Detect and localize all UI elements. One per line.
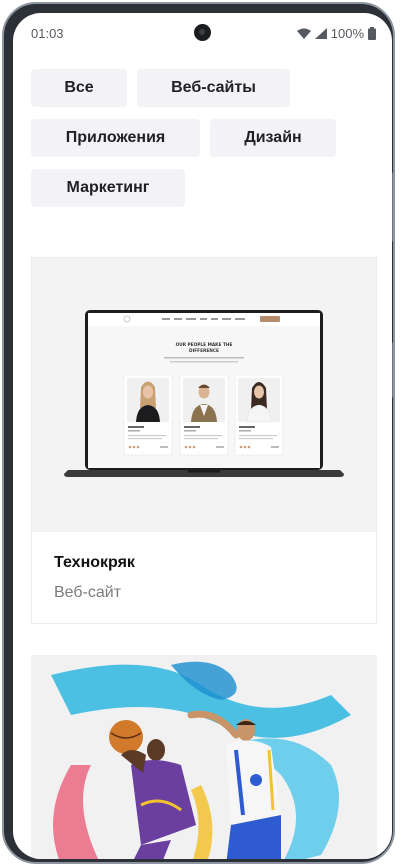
filter-marketing-chip[interactable]: Маркетинг [31, 169, 185, 207]
filter-design-chip[interactable]: Дизайн [210, 119, 336, 157]
filter-apps-chip[interactable]: Приложения [31, 119, 200, 157]
filter-websites-chip[interactable]: Веб-сайты [137, 69, 290, 107]
signal-icon [314, 27, 327, 39]
laptop-mockup: OUR PEOPLE MAKE THE DIFFERENCE [64, 310, 344, 477]
card-category: Веб-сайт [54, 584, 122, 601]
card-preview-image: OUR PEOPLE MAKE THE DIFFERENCE [32, 258, 376, 532]
basketball-artwork-image [51, 661, 351, 859]
screen: 01:03 100% Все Веб-сайты Приложения Диза… [13, 13, 392, 859]
portfolio-card[interactable]: OUR PEOPLE MAKE THE DIFFERENCE Технокряк… [31, 257, 377, 624]
status-time: 01:03 [31, 25, 64, 41]
battery-percent: 100% [330, 25, 364, 41]
phone-frame: 01:03 100% Все Веб-сайты Приложения Диза… [2, 2, 395, 864]
wifi-icon [296, 28, 311, 39]
svg-text:DIFFERENCE: DIFFERENCE [189, 348, 219, 354]
card-title: Технокряк [54, 554, 135, 571]
battery-icon [368, 26, 376, 40]
front-camera [194, 24, 211, 41]
team-member-card [179, 374, 229, 456]
filter-all-chip[interactable]: Все [31, 69, 127, 107]
team-member-card [234, 374, 284, 456]
team-member-card [123, 374, 173, 456]
preview-heading: OUR PEOPLE MAKE THE [176, 342, 233, 348]
portfolio-card-2[interactable] [31, 655, 377, 859]
